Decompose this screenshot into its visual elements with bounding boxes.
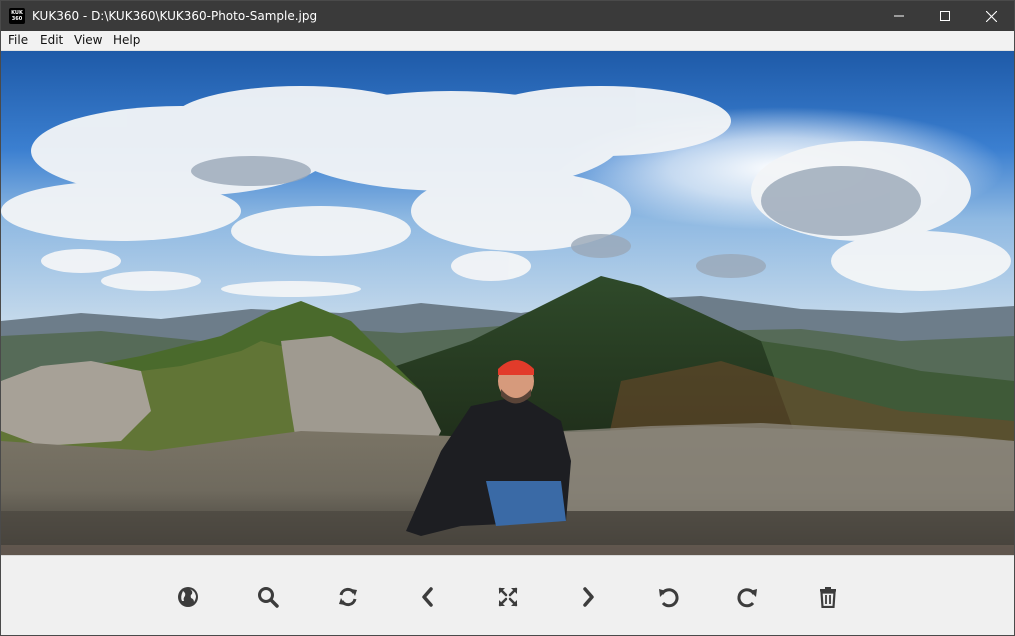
- chevron-right-icon: [583, 587, 594, 607]
- rotate-right-button[interactable]: [735, 584, 761, 610]
- menu-file[interactable]: File: [8, 31, 28, 50]
- trash-icon: [820, 587, 836, 608]
- window-title: KUK360 - D:\KUK360\KUK360-Photo-Sample.j…: [32, 9, 318, 23]
- fullscreen-button[interactable]: [495, 584, 521, 610]
- globe-button[interactable]: [175, 584, 201, 610]
- app-logo-line-2: 360: [11, 16, 23, 22]
- minimize-button[interactable]: [876, 1, 922, 31]
- minimize-icon: [894, 15, 904, 17]
- rotate-right-icon: [737, 588, 757, 608]
- globe-icon: [178, 587, 198, 607]
- close-icon: [985, 10, 997, 22]
- close-button[interactable]: [968, 1, 1014, 31]
- search-icon: [258, 587, 279, 608]
- menu-help[interactable]: Help: [113, 31, 140, 50]
- maximize-button[interactable]: [922, 1, 968, 31]
- panorama-image[interactable]: [1, 51, 1014, 555]
- panorama-viewer[interactable]: [1, 51, 1014, 555]
- app-logo-icon: KUK 360: [9, 8, 25, 24]
- menu-view[interactable]: View: [74, 31, 102, 50]
- zoom-button[interactable]: [255, 584, 281, 610]
- app-window: KUK 360 KUK360 - D:\KUK360\KUK360-Photo-…: [0, 0, 1015, 636]
- fullscreen-icon: [498, 587, 518, 607]
- maximize-icon: [940, 11, 950, 21]
- chevron-left-icon: [422, 587, 433, 607]
- rotate-left-button[interactable]: [655, 584, 681, 610]
- menu-edit[interactable]: Edit: [40, 31, 63, 50]
- menu-bar: File Edit View Help: [1, 31, 1014, 51]
- next-button[interactable]: [575, 584, 601, 610]
- auto-rotate-button[interactable]: [335, 584, 361, 610]
- rotate-left-icon: [659, 588, 679, 608]
- delete-button[interactable]: [815, 584, 841, 610]
- refresh-icon: [339, 587, 357, 607]
- bottom-toolbar: [1, 555, 1014, 635]
- previous-button[interactable]: [415, 584, 441, 610]
- title-bar[interactable]: KUK 360 KUK360 - D:\KUK360\KUK360-Photo-…: [1, 1, 1014, 31]
